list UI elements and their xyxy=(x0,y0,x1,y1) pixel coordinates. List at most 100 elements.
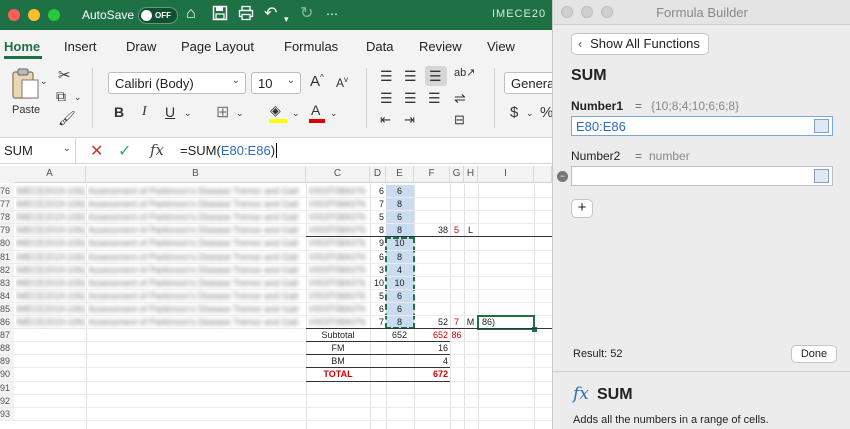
close-window-button[interactable] xyxy=(8,9,20,21)
column-header-h[interactable]: H xyxy=(464,166,478,183)
cell-e[interactable]: 10 xyxy=(387,237,412,250)
autosave-toggle[interactable]: OFF xyxy=(138,7,178,24)
borders-dropdown-icon[interactable]: ⌄ xyxy=(236,108,244,119)
align-top-icon[interactable]: ☰ xyxy=(380,68,393,85)
align-right-icon[interactable]: ☰ xyxy=(428,90,441,107)
decrease-indent-icon[interactable]: ⇤ xyxy=(380,112,391,128)
cell-d[interactable]: 6 xyxy=(371,185,384,198)
cell-e[interactable]: 8 xyxy=(387,198,412,211)
cell-e[interactable]: 4 xyxy=(387,264,412,277)
cell-d[interactable]: 5 xyxy=(371,290,384,303)
cell-e[interactable]: 10 xyxy=(387,277,412,290)
italic-icon[interactable]: I xyxy=(142,104,147,120)
print-icon[interactable] xyxy=(238,5,254,26)
wrap-text-icon[interactable]: ⇌ xyxy=(454,90,466,107)
number1-input[interactable]: E80:E86 xyxy=(571,116,833,136)
tab-insert[interactable]: Insert xyxy=(64,39,97,54)
align-left-icon[interactable]: ☰ xyxy=(380,90,393,107)
row-header[interactable]: 92 xyxy=(0,394,14,408)
tab-home[interactable]: Home xyxy=(4,39,40,54)
cell-d[interactable]: 6 xyxy=(371,303,384,316)
row-header[interactable]: 88 xyxy=(0,342,14,356)
insert-function-icon[interactable]: fx xyxy=(150,141,164,159)
fill-dropdown-icon[interactable]: ⌄ xyxy=(292,108,300,119)
number2-input[interactable] xyxy=(571,166,833,186)
cell-f[interactable]: 4 xyxy=(415,355,448,368)
copy-icon[interactable]: ⧉ xyxy=(56,88,66,105)
font-size-select[interactable]: 10 ⌄ xyxy=(251,72,301,94)
orientation-icon[interactable]: ab↗ xyxy=(454,66,475,79)
column-header-g[interactable]: G xyxy=(450,166,464,183)
cell-h[interactable]: M xyxy=(465,316,476,329)
underline-icon[interactable]: U xyxy=(165,104,175,120)
home-icon[interactable]: ⌂ xyxy=(186,5,196,23)
show-all-functions-button[interactable]: ‹ Show All Functions xyxy=(571,33,709,55)
panel-close-button[interactable] xyxy=(561,6,573,18)
row-header[interactable]: 85 xyxy=(0,302,14,316)
cell-e[interactable]: 6 xyxy=(387,211,412,224)
paste-dropdown-icon[interactable]: ⌄ xyxy=(40,76,48,87)
select-all-corner[interactable] xyxy=(0,166,14,183)
cell-e[interactable]: 8 xyxy=(387,251,412,264)
cell-d[interactable]: 10 xyxy=(371,277,384,290)
cell-d[interactable]: 3 xyxy=(371,264,384,277)
column-header-j[interactable] xyxy=(534,166,552,183)
row-header[interactable]: 89 xyxy=(0,355,14,369)
font-color-dropdown-icon[interactable]: ⌄ xyxy=(330,108,338,119)
row-header[interactable]: 87 xyxy=(0,329,14,343)
confirm-edit-icon[interactable]: ✓ xyxy=(118,141,131,161)
cell-f[interactable]: 672 xyxy=(415,368,448,381)
row-header[interactable]: 84 xyxy=(0,289,14,303)
tab-formulas[interactable]: Formulas xyxy=(284,39,338,54)
format-painter-icon[interactable]: 🖌 xyxy=(58,110,76,127)
cell-e[interactable]: 652 xyxy=(387,329,412,342)
tab-view[interactable]: View xyxy=(487,39,515,54)
tab-page-layout[interactable]: Page Layout xyxy=(181,39,254,54)
currency-dropdown-icon[interactable]: ⌄ xyxy=(526,108,534,119)
row-header[interactable]: 83 xyxy=(0,276,14,290)
formula-input[interactable]: =SUM(E80:E86) xyxy=(180,143,278,158)
undo-dropdown-icon[interactable]: ▾ xyxy=(284,10,289,28)
cell-e[interactable]: 8 xyxy=(387,224,412,237)
currency-icon[interactable]: $ xyxy=(510,104,518,121)
cell-f[interactable]: 16 xyxy=(415,342,448,355)
increase-indent-icon[interactable]: ⇥ xyxy=(404,112,415,128)
tab-review[interactable]: Review xyxy=(419,39,462,54)
column-header-f[interactable]: F xyxy=(414,166,450,183)
row-header[interactable]: 76 xyxy=(0,185,14,198)
column-header-c[interactable]: C xyxy=(306,166,370,183)
cell-h[interactable]: L xyxy=(465,224,476,237)
remove-argument-icon[interactable]: − xyxy=(557,171,568,182)
save-icon[interactable] xyxy=(212,5,228,25)
row-header[interactable]: 86 xyxy=(0,316,14,329)
cell-f[interactable]: 38 xyxy=(415,224,448,237)
redo-icon[interactable]: ↻ xyxy=(300,5,313,23)
row-header[interactable]: 80 xyxy=(0,237,14,251)
row-header[interactable]: 90 xyxy=(0,368,14,382)
zoom-window-button[interactable] xyxy=(48,9,60,21)
cell-e[interactable]: 6 xyxy=(387,303,412,316)
undo-icon[interactable]: ↶ xyxy=(264,5,277,23)
cell-e[interactable]: 8 xyxy=(387,316,412,329)
cell-d[interactable]: 7 xyxy=(371,198,384,211)
cell-g[interactable]: 86 xyxy=(451,329,462,342)
underline-dropdown-icon[interactable]: ⌄ xyxy=(184,108,192,119)
column-header-i[interactable]: I xyxy=(478,166,534,183)
cell-d[interactable]: 7 xyxy=(371,316,384,329)
row-header[interactable]: 91 xyxy=(0,381,14,395)
tab-data[interactable]: Data xyxy=(366,39,393,54)
copy-dropdown-icon[interactable]: ⌄ xyxy=(74,92,82,103)
cell-f[interactable]: 652 xyxy=(415,329,448,342)
font-color-button[interactable]: A xyxy=(308,102,328,124)
row-header[interactable]: 77 xyxy=(0,198,14,212)
minimize-window-button[interactable] xyxy=(28,9,40,21)
cell-d[interactable]: 8 xyxy=(371,224,384,237)
cell-f[interactable]: 52 xyxy=(415,316,448,329)
row-header[interactable]: 78 xyxy=(0,211,14,225)
align-middle-icon[interactable]: ☰ xyxy=(404,68,417,85)
cell-e[interactable]: 6 xyxy=(387,185,412,198)
panel-zoom-button[interactable] xyxy=(601,6,613,18)
align-center-icon[interactable]: ☰ xyxy=(404,90,417,107)
row-header[interactable]: 81 xyxy=(0,250,14,264)
range-picker-icon[interactable] xyxy=(814,169,829,183)
